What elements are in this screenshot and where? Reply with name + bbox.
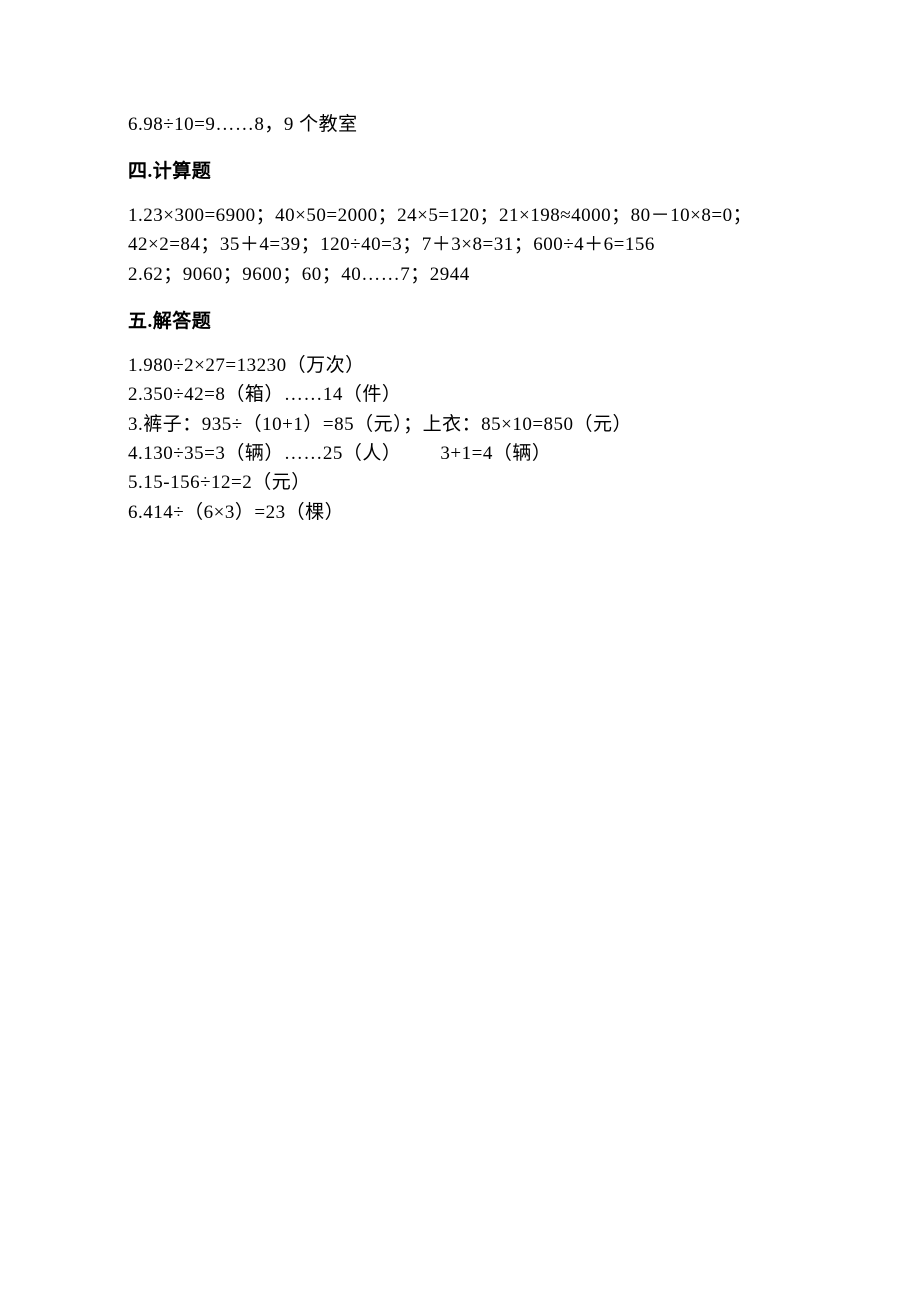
- solve-line: 5.15-156÷12=2（元）: [128, 468, 800, 497]
- solve-line: 6.414÷（6×3）=23（棵）: [128, 498, 800, 527]
- answer-line: 6.98÷10=9……8，9 个教室: [128, 110, 800, 139]
- section-4-heading: 四.计算题: [128, 157, 800, 186]
- calc-line: 2.62；9060；9600；60；40……7；2944: [128, 260, 800, 289]
- solve-line: 4.130÷35=3（辆）……25（人） 3+1=4（辆）: [128, 439, 800, 468]
- solve-line: 3.裤子：935÷（10+1）=85（元）；上衣：85×10=850（元）: [128, 410, 800, 439]
- calc-line: 42×2=84；35＋4=39；120÷40=3；7＋3×8=31；600÷4＋…: [128, 230, 800, 259]
- solve-line: 2.350÷42=8（箱）……14（件）: [128, 380, 800, 409]
- calc-line: 1.23×300=6900；40×50=2000；24×5=120；21×198…: [128, 201, 800, 230]
- section-5-heading: 五.解答题: [128, 307, 800, 336]
- solve-line: 1.980÷2×27=13230（万次）: [128, 351, 800, 380]
